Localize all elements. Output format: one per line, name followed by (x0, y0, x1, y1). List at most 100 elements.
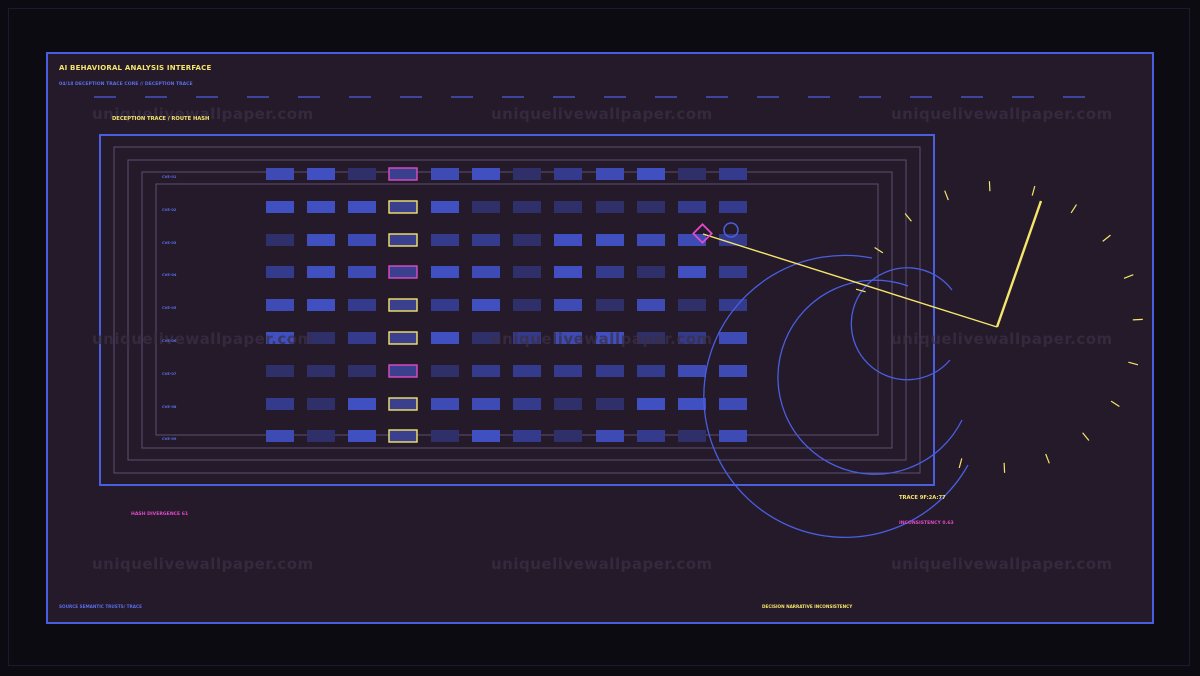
highlighted-hash-cell (388, 397, 418, 411)
hash-cell (472, 266, 500, 278)
route-hash-grid (266, 167, 747, 443)
grid-row-label: CVE-01 (162, 175, 177, 179)
hash-cell (307, 168, 335, 180)
hash-cell (513, 365, 541, 377)
hash-cell (637, 365, 665, 377)
hash-cell (513, 234, 541, 246)
hash-cell (431, 234, 459, 246)
hash-cell (348, 266, 376, 278)
hash-cell (554, 299, 582, 311)
app-subtitle: 04/18 DECEPTION TRACE CORE // DECEPTION … (59, 82, 193, 87)
hash-cell (348, 430, 376, 442)
hash-cell (719, 201, 747, 213)
hash-cell (348, 234, 376, 246)
hash-cell (637, 266, 665, 278)
hash-cell (513, 430, 541, 442)
hash-cell (472, 430, 500, 442)
hash-cell (596, 201, 624, 213)
hash-cell (348, 332, 376, 344)
hash-cell (678, 398, 706, 410)
radar-tick (1102, 234, 1111, 242)
radar-tick (958, 458, 963, 469)
hash-cell (472, 398, 500, 410)
hash-cell (678, 266, 706, 278)
hash-cell (307, 299, 335, 311)
grid-row-label: CVE-07 (162, 372, 177, 376)
watermark: uniquelivewallpaper.com (491, 555, 713, 573)
hash-cell (554, 398, 582, 410)
watermark: uniquelivewallpaper.com (891, 105, 1113, 123)
hash-cell (513, 266, 541, 278)
hash-cell (596, 299, 624, 311)
hash-cell (596, 365, 624, 377)
hash-cell (266, 234, 294, 246)
hash-cell (307, 266, 335, 278)
highlighted-hash-cell (388, 331, 418, 345)
hash-cell (472, 201, 500, 213)
watermark: uniquelivewallpaper.com (92, 330, 314, 348)
highlighted-hash-cell (388, 364, 418, 378)
hash-cell (513, 299, 541, 311)
hash-cell (554, 266, 582, 278)
hash-cell (554, 430, 582, 442)
grid-section-label: DECEPTION TRACE / ROUTE HASH (112, 116, 210, 122)
highlighted-hash-cell (388, 167, 418, 181)
hash-cell (266, 430, 294, 442)
hash-cell (348, 168, 376, 180)
hash-cell (472, 299, 500, 311)
trace-label: TRACE 9F:2A:77 (899, 495, 946, 501)
hash-cell (637, 430, 665, 442)
grid-row-label: CVE-06 (162, 339, 177, 343)
radar-tick (1123, 274, 1134, 279)
hash-cell (348, 201, 376, 213)
hash-cell (596, 430, 624, 442)
hash-cell (637, 398, 665, 410)
hash-cell (554, 168, 582, 180)
radar-tick (1045, 453, 1050, 464)
hash-cell (266, 266, 294, 278)
hash-cell (348, 299, 376, 311)
hash-cell (431, 201, 459, 213)
hash-cell (266, 365, 294, 377)
grid-row-label: CVE-05 (162, 306, 177, 310)
radar-tick (1003, 462, 1006, 473)
watermark: uniquelivewallpaper.com (891, 330, 1113, 348)
hash-cell (472, 365, 500, 377)
hash-cell (596, 398, 624, 410)
radar-tick (988, 181, 991, 192)
hash-cell (637, 168, 665, 180)
hash-cell (307, 365, 335, 377)
hash-cell (719, 430, 747, 442)
hash-cell (719, 266, 747, 278)
radar-tick (874, 246, 884, 254)
hash-cell (719, 332, 747, 344)
hash-cell (513, 398, 541, 410)
hash-cell (719, 168, 747, 180)
grid-row-label: CVE-08 (162, 405, 177, 409)
grid-row-label: CVE-02 (162, 208, 177, 212)
hash-cell (637, 201, 665, 213)
app-title: AI BEHAVIORAL ANALYSIS INTERFACE (59, 64, 212, 72)
hash-cell (307, 430, 335, 442)
hash-cell (472, 168, 500, 180)
hash-cell (719, 365, 747, 377)
hash-cell (431, 365, 459, 377)
hash-cell (266, 168, 294, 180)
hash-cell (348, 365, 376, 377)
hash-cell (431, 266, 459, 278)
grid-row-label: CVE-03 (162, 241, 177, 245)
hash-cell (431, 168, 459, 180)
hash-cell (678, 365, 706, 377)
footer-decision-label: DECISION NARRATIVE INCONSISTENCY (762, 604, 853, 609)
hash-cell (513, 201, 541, 213)
hash-cell (554, 234, 582, 246)
radar-tick (1132, 318, 1143, 321)
hash-cell (348, 398, 376, 410)
radar-tick (1031, 185, 1036, 196)
hash-cell (266, 299, 294, 311)
radar-tick (944, 190, 949, 201)
hash-cell (554, 201, 582, 213)
hash-cell (678, 201, 706, 213)
hash-cell (554, 365, 582, 377)
radar-tick (1082, 432, 1090, 441)
